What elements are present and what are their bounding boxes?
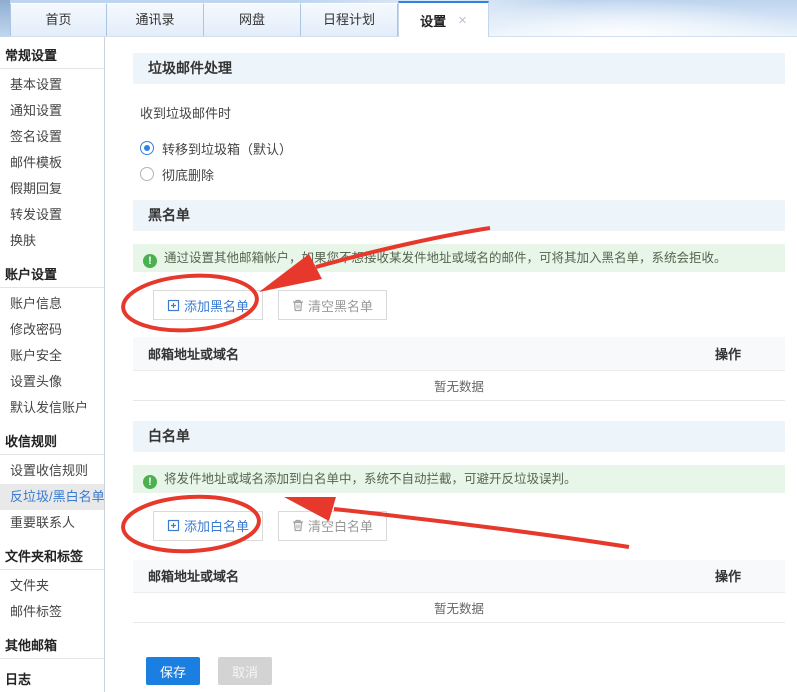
settings-sidebar: 常规设置基本设置通知设置签名设置邮件模板假期回复转发设置换肤账户设置账户信息修改… [0, 37, 105, 692]
info-icon: ! [143, 254, 157, 268]
sidebar-item[interactable]: 邮件标签 [0, 599, 104, 625]
tab-home[interactable]: 首页 [10, 3, 107, 36]
blacklist-empty-row: 暂无数据 [133, 370, 785, 400]
sidebar-section-receiving-rules: 收信规则 [0, 425, 104, 455]
spam-question-label: 收到垃圾邮件时 [140, 105, 785, 123]
blacklist-table: 邮箱地址或域名 操作 暂无数据 [133, 337, 785, 401]
sidebar-item[interactable]: 签名设置 [0, 124, 104, 150]
sidebar-item[interactable]: 通知设置 [0, 98, 104, 124]
sidebar-item[interactable]: 转发设置 [0, 202, 104, 228]
sidebar-item[interactable]: 设置收信规则 [0, 458, 104, 484]
tab-label: 首页 [45, 12, 71, 27]
whitelist-section-title: 白名单 [133, 421, 785, 452]
whitelist-empty-row: 暂无数据 [133, 593, 785, 623]
sidebar-item[interactable]: 邮件模板 [0, 150, 104, 176]
add-icon [167, 299, 180, 312]
sidebar-item[interactable]: 重要联系人 [0, 510, 104, 536]
column-operation: 操作 [665, 560, 785, 593]
whitelist-table-header: 邮箱地址或域名 操作 [133, 560, 785, 593]
column-operation: 操作 [665, 337, 785, 370]
whitelist-tip-text: 将发件地址或域名添加到白名单中，系统不自动拦截，可避开反垃圾误判。 [164, 472, 577, 486]
spam-handling-section-title: 垃圾邮件处理 [133, 53, 785, 84]
add-icon [167, 519, 180, 532]
sidebar-item[interactable]: 文件夹 [0, 573, 104, 599]
sidebar-item[interactable]: 换肤 [0, 228, 104, 254]
whitelist-table: 邮箱地址或域名 操作 暂无数据 [133, 560, 785, 624]
sidebar-item[interactable]: 反垃圾/黑白名单 [0, 484, 104, 510]
cancel-button[interactable]: 取消 [218, 657, 272, 685]
radio-label: 彻底删除 [162, 165, 214, 184]
blacklist-buttons: 添加黑名单 清空黑名单 [153, 290, 785, 320]
tab-label: 设置 [420, 11, 446, 30]
radio-move-to-trash[interactable]: 转移到垃圾箱（默认） [140, 138, 785, 158]
radio-icon[interactable] [140, 141, 154, 155]
settings-content: 垃圾邮件处理 收到垃圾邮件时 转移到垃圾箱（默认） 彻底删除 黑名单 ! 通过设置… [105, 37, 797, 692]
tab-calendar[interactable]: 日程计划 [301, 3, 398, 36]
save-button[interactable]: 保存 [146, 657, 200, 685]
tab-settings[interactable]: 设置 × [398, 1, 489, 37]
close-icon[interactable]: × [458, 12, 467, 29]
sidebar-section-general-settings: 常规设置 [0, 39, 104, 69]
sidebar-section-account-settings: 账户设置 [0, 258, 104, 288]
radio-icon[interactable] [140, 167, 154, 181]
sidebar-section-logs[interactable]: 日志 [0, 663, 104, 692]
sidebar-item[interactable]: 默认发信账户 [0, 395, 104, 421]
footer-buttons: 保存 取消 [146, 657, 785, 685]
clear-blacklist-label: 清空黑名单 [308, 296, 373, 315]
sidebar-item[interactable]: 账户安全 [0, 343, 104, 369]
sidebar-item[interactable]: 账户信息 [0, 291, 104, 317]
clear-whitelist-label: 清空白名单 [308, 516, 373, 535]
tab-label: 通讯录 [135, 12, 174, 27]
sidebar-item[interactable]: 基本设置 [0, 72, 104, 98]
empty-text: 暂无数据 [133, 370, 785, 400]
trash-icon [292, 299, 304, 312]
sidebar-item[interactable]: 修改密码 [0, 317, 104, 343]
column-address: 邮箱地址或域名 [133, 560, 665, 593]
trash-icon [292, 519, 304, 532]
radio-delete-completely[interactable]: 彻底删除 [140, 164, 785, 184]
sidebar-item[interactable]: 假期回复 [0, 176, 104, 202]
add-blacklist-button[interactable]: 添加黑名单 [153, 290, 263, 320]
add-whitelist-button[interactable]: 添加白名单 [153, 511, 263, 541]
clear-whitelist-button[interactable]: 清空白名单 [278, 511, 387, 541]
add-blacklist-label: 添加黑名单 [184, 296, 249, 315]
blacklist-tip-text: 通过设置其他邮箱帐户，如果您不想接收某发件地址或域名的邮件，可将其加入黑名单，系… [164, 251, 727, 265]
whitelist-tip: ! 将发件地址或域名添加到白名单中，系统不自动拦截，可避开反垃圾误判。 [133, 465, 785, 493]
whitelist-buttons: 添加白名单 清空白名单 [153, 511, 785, 541]
info-icon: ! [143, 475, 157, 489]
sidebar-section-other-mailbox[interactable]: 其他邮箱 [0, 629, 104, 659]
column-address: 邮箱地址或域名 [133, 337, 665, 370]
tab-strip: 首页 通讯录 网盘 日程计划 设置 × [0, 0, 797, 37]
tab-list: 首页 通讯录 网盘 日程计划 设置 × [10, 0, 489, 36]
tab-label: 网盘 [239, 12, 265, 27]
tab-contacts[interactable]: 通讯录 [107, 3, 204, 36]
add-whitelist-label: 添加白名单 [184, 516, 249, 535]
empty-text: 暂无数据 [133, 593, 785, 623]
tab-label: 日程计划 [323, 12, 375, 27]
clear-blacklist-button[interactable]: 清空黑名单 [278, 290, 387, 320]
blacklist-table-header: 邮箱地址或域名 操作 [133, 337, 785, 370]
blacklist-tip: ! 通过设置其他邮箱帐户，如果您不想接收某发件地址或域名的邮件，可将其加入黑名单，… [133, 244, 785, 272]
blacklist-section-title: 黑名单 [133, 200, 785, 231]
sidebar-section-folders-labels: 文件夹和标签 [0, 540, 104, 570]
radio-label: 转移到垃圾箱（默认） [162, 139, 292, 158]
sidebar-item[interactable]: 设置头像 [0, 369, 104, 395]
tab-netdisk[interactable]: 网盘 [204, 3, 301, 36]
